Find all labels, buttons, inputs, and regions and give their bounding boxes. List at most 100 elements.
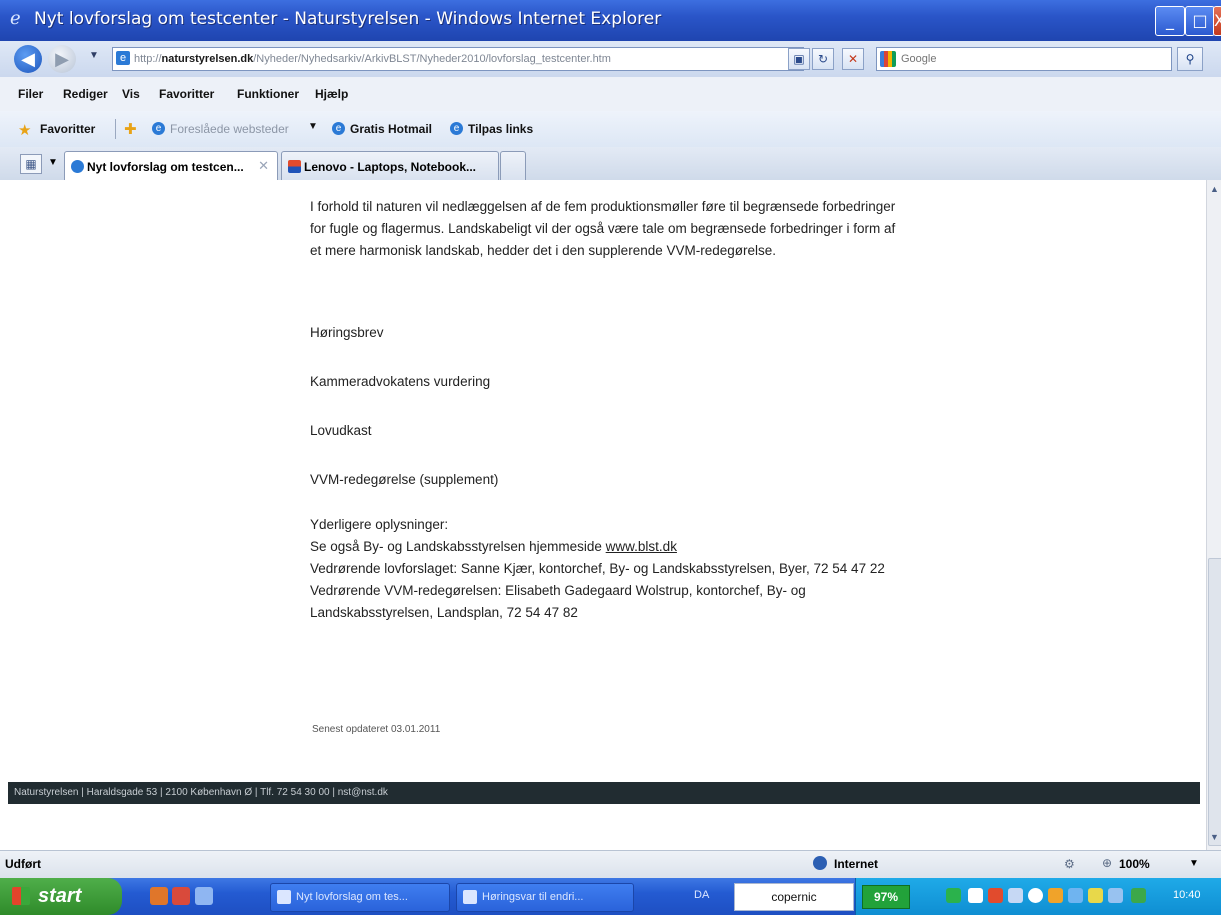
- protected-mode-icon[interactable]: ⚙: [1064, 857, 1075, 871]
- clock[interactable]: 10:40: [1173, 889, 1201, 901]
- language-indicator[interactable]: DA: [694, 889, 709, 901]
- page-icon: e: [116, 51, 130, 65]
- scroll-thumb[interactable]: [1208, 558, 1221, 846]
- status-bar: Udført Internet ⚙ ⊕ 100% ▼: [0, 850, 1221, 879]
- ie-tab-icon: [71, 160, 84, 173]
- tray-info-icon[interactable]: [1028, 888, 1043, 903]
- url-path: /Nyheder/Nyhedsarkiv/ArkivBLST/Nyheder20…: [253, 53, 611, 65]
- url-prefix: http://: [134, 53, 162, 65]
- article-body: I forhold til naturen vil nedlæggelsen a…: [310, 196, 910, 620]
- tray-display-icon[interactable]: [1108, 888, 1123, 903]
- forward-button[interactable]: ▶: [48, 45, 76, 73]
- taskbar-item-ie[interactable]: Nyt lovforslag om tes...: [270, 883, 450, 912]
- suggested-sites-dropdown[interactable]: ▼: [308, 121, 318, 132]
- internet-zone-icon: [813, 856, 827, 870]
- tray-app-icon[interactable]: [1008, 888, 1023, 903]
- search-button[interactable]: ⚲: [1177, 47, 1203, 71]
- blst-link[interactable]: www.blst.dk: [606, 539, 677, 554]
- copernic-search-box[interactable]: copernic: [734, 883, 854, 911]
- taskbar-item-word[interactable]: Høringsvar til endri...: [456, 883, 634, 912]
- quicklaunch-app-icon[interactable]: [150, 887, 168, 905]
- menu-bar: Filer Rediger Vis Favoritter Funktioner …: [0, 77, 1221, 111]
- minimize-button[interactable]: _: [1155, 6, 1185, 36]
- recent-pages-dropdown[interactable]: ▼: [89, 50, 99, 61]
- page-content: I forhold til naturen vil nedlæggelsen a…: [0, 180, 1206, 850]
- document-task-icon: [463, 890, 477, 904]
- tab-active[interactable]: Nyt lovforslag om testcen... ✕: [64, 151, 278, 181]
- stop-button[interactable]: ✕: [842, 48, 864, 70]
- draft-bill-link[interactable]: Lovudkast: [310, 420, 372, 442]
- scroll-up-icon[interactable]: ▲: [1208, 184, 1221, 198]
- menu-tools[interactable]: Funktioner: [237, 87, 299, 101]
- tab-label: Nyt lovforslag om testcen...: [87, 160, 244, 174]
- tray-alert-icon[interactable]: [1048, 888, 1063, 903]
- tab-list-dropdown[interactable]: ▼: [48, 157, 58, 168]
- taskbar: start Nyt lovforslag om tes... Høringsva…: [0, 878, 1221, 915]
- menu-view[interactable]: Vis: [122, 87, 140, 101]
- status-text: Udført: [5, 857, 41, 871]
- suggested-sites-icon: e: [152, 122, 165, 135]
- search-input[interactable]: [899, 50, 1163, 68]
- search-box[interactable]: [876, 47, 1172, 71]
- site-footer: Naturstyrelsen | Haraldsgade 53 | 2100 K…: [8, 782, 1200, 804]
- tab-close-icon[interactable]: ✕: [258, 158, 269, 174]
- start-button[interactable]: start: [0, 878, 122, 915]
- menu-file[interactable]: Filer: [18, 87, 43, 101]
- compat-view-button[interactable]: ▣: [788, 48, 810, 70]
- lenovo-tab-icon: [288, 160, 301, 173]
- add-favorite-icon[interactable]: ✚: [124, 120, 137, 138]
- favorites-button[interactable]: Favoritter: [40, 122, 95, 136]
- google-icon: [880, 51, 896, 67]
- customize-links-link[interactable]: Tilpas links: [468, 122, 533, 136]
- address-input[interactable]: e http://naturstyrelsen.dk/Nyheder/Nyheds…: [112, 47, 804, 71]
- quick-tabs-button[interactable]: ▦: [20, 154, 42, 174]
- windows-flag-icon: [12, 887, 30, 905]
- close-window-button[interactable]: X: [1213, 6, 1221, 36]
- hotmail-icon: e: [332, 122, 345, 135]
- tray-power-icon[interactable]: [1088, 888, 1103, 903]
- security-zone[interactable]: Internet: [834, 857, 878, 871]
- window-title: Nyt lovforslag om testcenter - Naturstyr…: [34, 9, 662, 29]
- task-label: Nyt lovforslag om tes...: [296, 891, 408, 903]
- search-icon: ⚲: [1185, 52, 1195, 66]
- menu-help[interactable]: Hjælp: [315, 87, 348, 101]
- address-toolbar: ◀ ▶ ▼ e http://naturstyrelsen.dk/Nyheder/…: [0, 41, 1221, 77]
- new-tab-button[interactable]: [500, 151, 526, 181]
- zoom-level[interactable]: 100%: [1119, 857, 1150, 871]
- tab-lenovo[interactable]: Lenovo - Laptops, Notebook...: [281, 151, 499, 181]
- eia-supplement-link[interactable]: VVM-redegørelse (supplement): [310, 469, 498, 491]
- stop-icon: ✕: [847, 52, 859, 66]
- refresh-button[interactable]: ↻: [812, 48, 834, 70]
- contact-bill: Vedrørende lovforslaget: Sanne Kjær, kon…: [310, 561, 885, 576]
- ie-logo-icon: ℯ: [10, 8, 21, 29]
- suggested-sites-link[interactable]: Foreslåede websteder: [170, 122, 289, 136]
- battery-indicator[interactable]: 97%: [862, 885, 910, 909]
- favorites-bar: ★ Favoritter ✚ e Foreslåede websteder ▼ …: [0, 111, 1221, 147]
- start-label: start: [38, 885, 82, 907]
- quick-tabs-icon: ▦: [25, 157, 37, 171]
- tray-arrow-icon[interactable]: [968, 888, 983, 903]
- back-button[interactable]: ◀: [14, 45, 42, 73]
- menu-favorites[interactable]: Favoritter: [159, 87, 214, 101]
- url-domain: naturstyrelsen.dk: [161, 53, 254, 65]
- menu-edit[interactable]: Rediger: [63, 87, 108, 101]
- quicklaunch-ie-icon[interactable]: [195, 887, 213, 905]
- tray-network-icon[interactable]: [946, 888, 961, 903]
- zoom-dropdown[interactable]: ▼: [1189, 858, 1199, 869]
- compat-icon: ▣: [793, 52, 805, 66]
- article-paragraph: I forhold til naturen vil nedlæggelsen a…: [310, 199, 896, 258]
- legal-assessment-link[interactable]: Kammeradvokatens vurdering: [310, 371, 490, 393]
- tray-security-icon[interactable]: [988, 888, 1003, 903]
- maximize-button[interactable]: □: [1185, 6, 1215, 36]
- hotmail-link[interactable]: Gratis Hotmail: [350, 122, 432, 136]
- tray-update-icon[interactable]: [1131, 888, 1146, 903]
- forward-arrow-icon: ▶: [55, 49, 69, 69]
- tray-volume-icon[interactable]: [1068, 888, 1083, 903]
- scroll-down-icon[interactable]: ▼: [1208, 832, 1221, 846]
- quicklaunch-media-icon[interactable]: [172, 887, 190, 905]
- ie-task-icon: [277, 890, 291, 904]
- refresh-icon: ↻: [817, 52, 829, 66]
- hearing-letter-link[interactable]: Høringsbrev: [310, 322, 384, 344]
- vertical-scrollbar[interactable]: ▲ ▼: [1206, 180, 1221, 850]
- last-updated: Senest opdateret 03.01.2011: [312, 724, 441, 735]
